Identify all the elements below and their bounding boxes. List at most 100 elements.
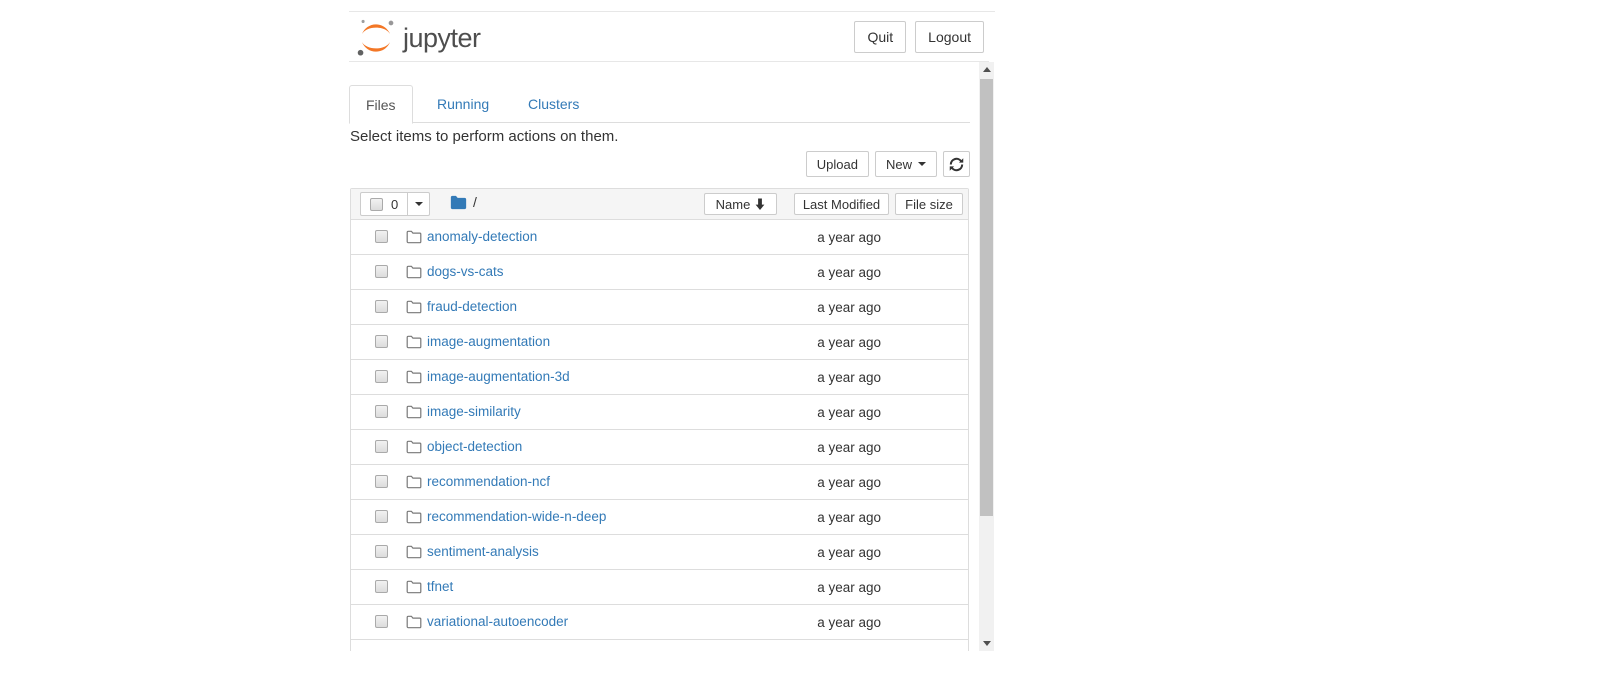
logout-button[interactable]: Logout xyxy=(915,21,984,53)
sort-name-button[interactable]: Name xyxy=(704,193,777,215)
logo-text: jupyter xyxy=(403,23,481,54)
folder-link[interactable]: anomaly-detection xyxy=(427,229,537,244)
folder-outline-icon xyxy=(406,545,422,559)
file-list-body: anomaly-detection a year ago dogs-vs-cat… xyxy=(351,220,968,640)
row-checkbox[interactable] xyxy=(375,405,388,418)
last-modified-text: a year ago xyxy=(817,405,881,420)
folder-link[interactable]: sentiment-analysis xyxy=(427,544,539,559)
refresh-button[interactable] xyxy=(943,151,970,177)
table-row: sentiment-analysis a year ago xyxy=(351,535,968,570)
last-modified-text: a year ago xyxy=(817,335,881,350)
sort-file-size-button[interactable]: File size xyxy=(895,193,963,215)
new-dropdown-button[interactable]: New xyxy=(875,151,937,177)
vertical-scrollbar[interactable] xyxy=(979,62,994,651)
action-toolbar: Upload New xyxy=(349,151,970,177)
selected-count: 0 xyxy=(391,197,398,212)
table-row: image-similarity a year ago xyxy=(351,395,968,430)
row-checkbox[interactable] xyxy=(375,580,388,593)
last-modified-text: a year ago xyxy=(817,300,881,315)
new-dropdown-label: New xyxy=(886,157,912,172)
row-checkbox[interactable] xyxy=(375,440,388,453)
list-header: 0 / Name xyxy=(351,189,968,220)
upload-button[interactable]: Upload xyxy=(806,151,869,177)
folder-link[interactable]: variational-autoencoder xyxy=(427,614,568,629)
table-row: variational-autoencoder a year ago xyxy=(351,605,968,640)
select-filter-dropdown[interactable] xyxy=(408,192,430,216)
folder-link[interactable]: recommendation-wide-n-deep xyxy=(427,509,606,524)
last-modified-text: a year ago xyxy=(817,545,881,560)
row-checkbox[interactable] xyxy=(375,230,388,243)
chevron-down-icon xyxy=(415,202,423,206)
folder-link[interactable]: image-similarity xyxy=(427,404,521,419)
last-modified-text: a year ago xyxy=(817,510,881,525)
last-modified-text: a year ago xyxy=(817,580,881,595)
folder-link[interactable]: image-augmentation xyxy=(427,334,550,349)
select-all-group: 0 xyxy=(360,192,430,216)
header-buttons: Quit Logout xyxy=(854,21,984,53)
tab-running[interactable]: Running xyxy=(421,85,505,123)
folder-outline-icon xyxy=(406,580,422,594)
breadcrumb-path: / xyxy=(473,194,477,210)
app-header: jupyter Quit Logout xyxy=(349,12,989,62)
row-checkbox[interactable] xyxy=(375,335,388,348)
jupyter-logo-icon xyxy=(356,18,396,58)
folder-outline-icon xyxy=(406,510,422,524)
table-row: recommendation-ncf a year ago xyxy=(351,465,968,500)
folder-link[interactable]: dogs-vs-cats xyxy=(427,264,504,279)
sort-descending-arrow-icon xyxy=(755,198,765,210)
last-modified-text: a year ago xyxy=(817,615,881,630)
folder-outline-icon xyxy=(406,335,422,349)
scrollbar-thumb[interactable] xyxy=(980,79,993,516)
folder-outline-icon xyxy=(406,300,422,314)
select-all-button[interactable]: 0 xyxy=(360,192,408,216)
table-row: dogs-vs-cats a year ago xyxy=(351,255,968,290)
folder-link[interactable]: tfnet xyxy=(427,579,453,594)
table-row: object-detection a year ago xyxy=(351,430,968,465)
row-checkbox[interactable] xyxy=(375,370,388,383)
folder-outline-icon xyxy=(406,475,422,489)
table-row: fraud-detection a year ago xyxy=(351,290,968,325)
folder-outline-icon xyxy=(406,370,422,384)
tab-files[interactable]: Files xyxy=(349,85,413,124)
last-modified-text: a year ago xyxy=(817,265,881,280)
folder-link[interactable]: fraud-detection xyxy=(427,299,517,314)
breadcrumb[interactable]: / xyxy=(450,194,477,210)
table-row: image-augmentation-3d a year ago xyxy=(351,360,968,395)
row-checkbox[interactable] xyxy=(375,475,388,488)
triangle-down-icon xyxy=(983,641,991,646)
scrollbar-up-arrow[interactable] xyxy=(979,62,994,77)
select-all-checkbox[interactable] xyxy=(370,198,383,211)
last-modified-text: a year ago xyxy=(817,440,881,455)
last-modified-text: a year ago xyxy=(817,370,881,385)
sort-name-label: Name xyxy=(716,197,751,212)
row-checkbox[interactable] xyxy=(375,615,388,628)
refresh-icon xyxy=(949,157,964,172)
scrollbar-down-arrow[interactable] xyxy=(979,636,994,651)
row-checkbox[interactable] xyxy=(375,265,388,278)
row-checkbox[interactable] xyxy=(375,300,388,313)
folder-link[interactable]: image-augmentation-3d xyxy=(427,369,570,384)
folder-outline-icon xyxy=(406,405,422,419)
triangle-up-icon xyxy=(983,67,991,72)
sort-last-modified-button[interactable]: Last Modified xyxy=(794,193,889,215)
folder-link[interactable]: object-detection xyxy=(427,439,522,454)
tab-clusters[interactable]: Clusters xyxy=(512,85,595,123)
folder-outline-icon xyxy=(406,615,422,629)
select-items-hint: Select items to perform actions on them. xyxy=(350,128,618,145)
notebook-list: 0 / Name xyxy=(350,188,969,651)
table-row: tfnet a year ago xyxy=(351,570,968,605)
jupyter-app: jupyter Quit Logout Files Running Cluste… xyxy=(349,11,995,651)
folder-icon xyxy=(450,195,467,210)
folder-link[interactable]: recommendation-ncf xyxy=(427,474,550,489)
quit-button[interactable]: Quit xyxy=(854,21,906,53)
row-checkbox[interactable] xyxy=(375,545,388,558)
folder-outline-icon xyxy=(406,265,422,279)
table-row: recommendation-wide-n-deep a year ago xyxy=(351,500,968,535)
folder-outline-icon xyxy=(406,230,422,244)
table-row: anomaly-detection a year ago xyxy=(351,220,968,255)
page-body: Files Running Clusters Select items to p… xyxy=(349,62,995,651)
table-row: image-augmentation a year ago xyxy=(351,325,968,360)
row-checkbox[interactable] xyxy=(375,510,388,523)
last-modified-text: a year ago xyxy=(817,475,881,490)
jupyter-logo[interactable]: jupyter xyxy=(356,18,481,58)
